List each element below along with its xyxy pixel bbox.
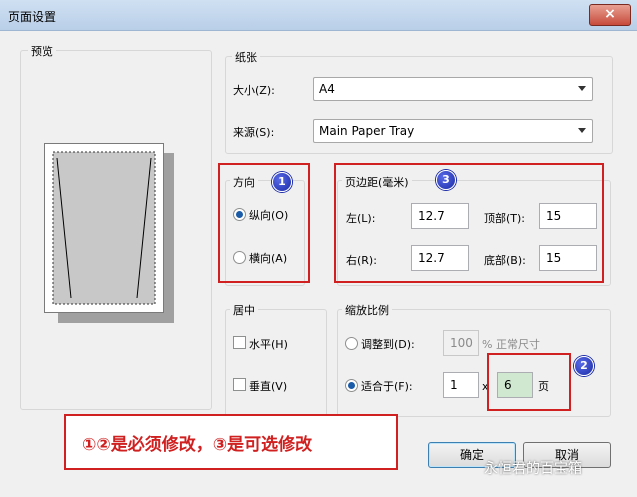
vertical-checkbox[interactable] <box>233 378 246 391</box>
orientation-highlight <box>218 163 310 283</box>
watermark: 永恒君的百宝箱 <box>484 461 582 477</box>
scaling-label: 缩放比例 <box>342 302 392 318</box>
source-select[interactable]: Main Paper Tray <box>313 119 593 143</box>
adjust-radio[interactable] <box>345 337 358 350</box>
badge-2: 2 <box>574 356 594 376</box>
adjust-input[interactable]: 100 <box>443 330 479 356</box>
fit-label[interactable]: 适合于(F): <box>361 378 413 394</box>
adjust-label[interactable]: 调整到(D): <box>361 336 415 352</box>
center-group <box>225 309 327 417</box>
chevron-down-icon <box>578 128 586 133</box>
adjust-value: 100 <box>450 336 473 350</box>
chevron-down-icon <box>578 86 586 91</box>
vertical-label[interactable]: 垂直(V) <box>249 378 287 394</box>
horizontal-checkbox[interactable] <box>233 336 246 349</box>
source-value: Main Paper Tray <box>319 124 415 138</box>
size-select[interactable]: A4 <box>313 77 593 101</box>
badge-1: 1 <box>272 172 292 192</box>
fit-highlight <box>487 353 571 411</box>
size-label: 大小(Z): <box>233 84 275 97</box>
fit-radio[interactable] <box>345 379 358 392</box>
size-value: A4 <box>319 82 335 96</box>
margins-highlight <box>334 163 604 283</box>
fit-wide-input[interactable]: 1 <box>443 372 479 398</box>
preview-label: 预览 <box>28 43 56 59</box>
badge-3: 3 <box>436 170 456 190</box>
title-bar: 页面设置 × <box>0 0 637 31</box>
source-label: 来源(S): <box>233 126 275 139</box>
preview-page <box>44 143 164 313</box>
horizontal-label[interactable]: 水平(H) <box>249 336 288 352</box>
preview-drawing <box>52 151 156 305</box>
preview-margin-area <box>52 151 156 305</box>
close-icon: × <box>604 6 616 22</box>
center-label: 居中 <box>230 302 258 318</box>
window-title: 页面设置 <box>8 10 57 24</box>
ok-label: 确定 <box>459 448 484 462</box>
paper-group-label: 纸张 <box>232 49 260 65</box>
close-button[interactable]: × <box>589 4 631 26</box>
annotation-note: ①②是必须修改，③是可选修改 <box>64 414 398 470</box>
adjust-suffix: % 正常尺寸 <box>482 338 540 351</box>
fit-wide-value: 1 <box>450 378 458 392</box>
annotation-note-text: ①②是必须修改，③是可选修改 <box>82 435 313 455</box>
